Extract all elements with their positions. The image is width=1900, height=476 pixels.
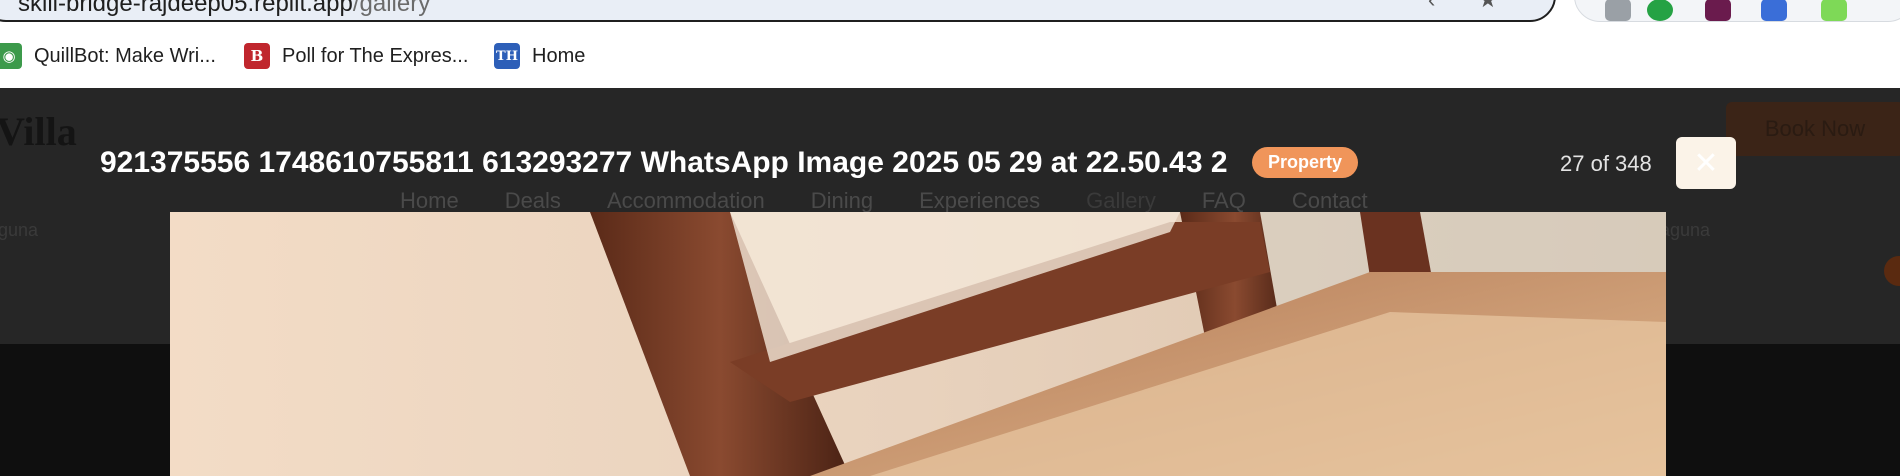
site-nav: Home Deals Accommodation Dining Experien… — [400, 188, 1368, 214]
key-icon[interactable]: ‹ — [1428, 0, 1435, 13]
book-now-button[interactable]: Book Now — [1726, 102, 1900, 156]
lightbox-title: 921375556 1748610755811 613293277 WhatsA… — [100, 146, 1228, 179]
bookmark-express-poll[interactable]: B Poll for The Expres... — [244, 42, 468, 70]
slack-icon[interactable] — [1705, 0, 1731, 21]
bookmarks-bar: ◉ QuillBot: Make Wri... B Poll for The E… — [0, 40, 1900, 72]
location-text-right: aguna — [1660, 220, 1711, 240]
nav-deals[interactable]: Deals — [505, 188, 561, 214]
url-path: /gallery — [352, 0, 431, 17]
lightbox-image — [170, 212, 1666, 476]
bookmark-home[interactable]: TH Home — [494, 42, 585, 70]
th-icon: TH — [494, 43, 520, 69]
bookmark-quillbot[interactable]: ◉ QuillBot: Make Wri... — [0, 42, 216, 70]
nav-gallery[interactable]: Gallery — [1086, 188, 1156, 214]
close-button[interactable]: ✕ — [1676, 137, 1736, 189]
translate-icon[interactable] — [1761, 0, 1787, 21]
url-text: skill-bridge-rajdeep05.replit.app/galler… — [18, 0, 430, 18]
nav-home[interactable]: Home — [400, 188, 459, 214]
image-counter: 27 of 348 — [1560, 151, 1652, 176]
category-badge: Property — [1252, 147, 1359, 178]
floating-action-dot[interactable] — [1884, 256, 1900, 286]
chair-photo — [170, 212, 1666, 476]
address-bar[interactable]: skill-bridge-rajdeep05.replit.app/galler… — [0, 0, 1556, 22]
nav-faq[interactable]: FAQ — [1202, 188, 1246, 214]
bookmark-label: Home — [532, 44, 586, 67]
quillbot-icon: ◉ — [0, 43, 22, 69]
site-logo: Villa — [0, 109, 77, 154]
nav-experiences[interactable]: Experiences — [919, 188, 1040, 214]
url-host: skill-bridge-rajdeep05.replit.app — [18, 0, 353, 17]
nav-dining[interactable]: Dining — [811, 188, 873, 214]
browser-chrome: skill-bridge-rajdeep05.replit.app/galler… — [0, 0, 1900, 88]
location-text-left: iguna — [0, 220, 39, 240]
close-icon: ✕ — [1693, 146, 1719, 180]
extensions-area — [1574, 0, 1900, 22]
whatsapp-icon[interactable] — [1647, 0, 1673, 21]
bookmark-label: Poll for The Expres... — [282, 44, 469, 67]
bookmark-star-icon[interactable]: ★ — [1478, 0, 1498, 13]
bookmark-label: QuillBot: Make Wri... — [34, 44, 216, 67]
nav-contact[interactable]: Contact — [1292, 188, 1368, 214]
nav-accommodation[interactable]: Accommodation — [607, 188, 765, 214]
extension-grey-icon[interactable] — [1605, 0, 1631, 21]
extension-green-icon[interactable] — [1821, 0, 1847, 21]
express-b-icon: B — [244, 43, 270, 69]
